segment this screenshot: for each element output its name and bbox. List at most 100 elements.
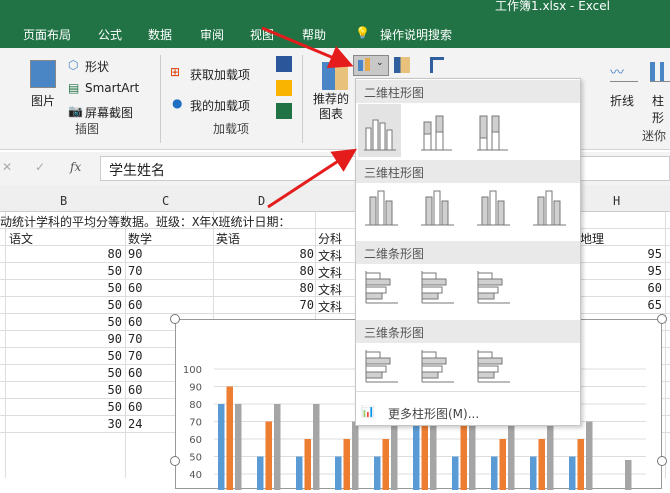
my-addins-button[interactable]: 我的加载项 — [190, 97, 250, 114]
cell[interactable]: 80 — [300, 264, 314, 278]
cell[interactable]: 30 — [108, 417, 122, 431]
bar-series-2[interactable] — [499, 439, 507, 493]
cell[interactable]: 90 — [128, 247, 142, 261]
cell[interactable]: 50 — [108, 281, 122, 295]
recommended-charts-button[interactable]: 推荐的 图表 — [313, 92, 349, 122]
bar-series-3[interactable] — [508, 421, 515, 493]
3d-column-option[interactable] — [530, 183, 570, 233]
cell[interactable]: 地理 — [580, 230, 604, 247]
cell[interactable]: 动统计学科的平均分等数据。班级：X年X班统计日期： — [0, 213, 290, 230]
bar-series-3[interactable] — [235, 404, 242, 493]
sparkline-line-button[interactable]: 折线 — [610, 92, 634, 109]
column-chart-button[interactable]: ⌄ — [353, 55, 389, 76]
3d-clustered-bar-option[interactable] — [362, 344, 402, 394]
insert-function-icon[interactable]: fx — [70, 160, 81, 174]
cell[interactable]: 70 — [128, 264, 142, 278]
3d-stacked-column-option[interactable] — [418, 183, 458, 233]
cell[interactable]: 50 — [108, 400, 122, 414]
bar-series-3[interactable] — [313, 404, 320, 493]
waterfall-chart-icon[interactable] — [430, 57, 444, 73]
100-stacked-column-option[interactable] — [474, 104, 514, 157]
cell[interactable]: 文科 — [318, 264, 342, 281]
bar-series-1[interactable] — [374, 456, 381, 493]
shapes-button[interactable]: 形状 — [85, 58, 109, 75]
3d-100-stacked-column-option[interactable] — [474, 183, 514, 233]
cell[interactable]: 70 — [128, 332, 142, 346]
cell[interactable]: 90 — [108, 332, 122, 346]
column-header-b[interactable]: B — [60, 194, 67, 208]
cell[interactable]: 70 — [128, 349, 142, 363]
bar-series-3[interactable] — [586, 421, 593, 493]
bar-series-1[interactable] — [335, 456, 342, 493]
bar-series-2[interactable] — [538, 439, 546, 493]
cell[interactable]: 80 — [300, 247, 314, 261]
cell[interactable]: 分科 — [318, 230, 342, 247]
cell[interactable]: 英语 — [216, 230, 240, 247]
tab-view[interactable]: 视图 — [250, 26, 274, 43]
column-header-h[interactable]: H — [613, 194, 620, 208]
cell[interactable]: 60 — [128, 315, 142, 329]
3d-100-stacked-bar-option[interactable] — [474, 344, 514, 394]
tell-me-search[interactable]: 操作说明搜索 — [380, 26, 452, 43]
tab-page-layout[interactable]: 页面布局 — [23, 26, 71, 43]
tab-review[interactable]: 审阅 — [200, 26, 224, 43]
bar-series-2[interactable] — [226, 386, 234, 493]
column-header-c[interactable]: C — [162, 194, 169, 208]
clustered-bar-option[interactable] — [362, 265, 402, 315]
cell[interactable]: 24 — [128, 417, 142, 431]
cell[interactable]: 80 — [108, 247, 122, 261]
smartart-button[interactable]: SmartArt — [85, 81, 139, 95]
bar-series-1[interactable] — [569, 456, 576, 493]
cell[interactable]: 60 — [128, 298, 142, 312]
bar-series-3[interactable] — [547, 421, 554, 493]
bar-series-2[interactable] — [577, 439, 585, 493]
cell[interactable]: 50 — [108, 349, 122, 363]
resize-handle[interactable] — [170, 456, 180, 466]
column-header-d[interactable]: D — [258, 194, 265, 208]
cell[interactable]: 数学 — [128, 230, 152, 247]
bar-series-2[interactable] — [343, 439, 351, 493]
picture-button[interactable]: 图片 — [31, 92, 55, 109]
resize-handle[interactable] — [657, 314, 667, 324]
tab-help[interactable]: 帮助 — [302, 26, 326, 43]
tab-formulas[interactable]: 公式 — [98, 26, 122, 43]
cell[interactable]: 95 — [648, 264, 662, 278]
enter-icon[interactable]: ✓ — [35, 160, 45, 174]
bar-series-3[interactable] — [469, 421, 476, 493]
cell[interactable]: 80 — [300, 281, 314, 295]
bar-series-3[interactable] — [391, 421, 398, 493]
bar-series-2[interactable] — [265, 421, 273, 493]
get-addins-button[interactable]: 获取加载项 — [190, 66, 250, 83]
cell[interactable]: 65 — [648, 298, 662, 312]
cell[interactable]: 文科 — [318, 281, 342, 298]
cell[interactable]: 语文 — [9, 230, 33, 247]
bar-series-3[interactable] — [625, 460, 632, 493]
bar-series-3[interactable] — [352, 421, 359, 493]
bar-series-2[interactable] — [460, 421, 468, 493]
stacked-column-option[interactable] — [418, 104, 458, 157]
cell[interactable]: 50 — [108, 264, 122, 278]
bar-series-1[interactable] — [452, 456, 459, 493]
cell[interactable]: 文科 — [318, 247, 342, 264]
3d-stacked-bar-option[interactable] — [418, 344, 458, 394]
resize-handle[interactable] — [657, 456, 667, 466]
bar-series-1[interactable] — [257, 456, 264, 493]
cell[interactable]: 文科 — [318, 298, 342, 315]
bar-series-3[interactable] — [430, 421, 437, 493]
cell[interactable]: 60 — [648, 281, 662, 295]
bar-series-1[interactable] — [218, 404, 225, 493]
cell[interactable]: 60 — [128, 400, 142, 414]
cell[interactable]: 50 — [108, 315, 122, 329]
sparkline-column-button[interactable]: 柱形 — [652, 92, 670, 126]
bar-series-1[interactable] — [296, 456, 303, 493]
cell[interactable]: 50 — [108, 366, 122, 380]
cell[interactable]: 70 — [300, 298, 314, 312]
tab-data[interactable]: 数据 — [148, 26, 172, 43]
100-stacked-bar-option[interactable] — [474, 265, 514, 315]
bar-series-1[interactable] — [530, 456, 537, 493]
cell[interactable]: 60 — [128, 281, 142, 295]
bar-series-2[interactable] — [304, 439, 312, 493]
bar-series-2[interactable] — [382, 439, 390, 493]
cell[interactable]: 60 — [128, 366, 142, 380]
hierarchy-chart-icon[interactable] — [394, 57, 410, 73]
